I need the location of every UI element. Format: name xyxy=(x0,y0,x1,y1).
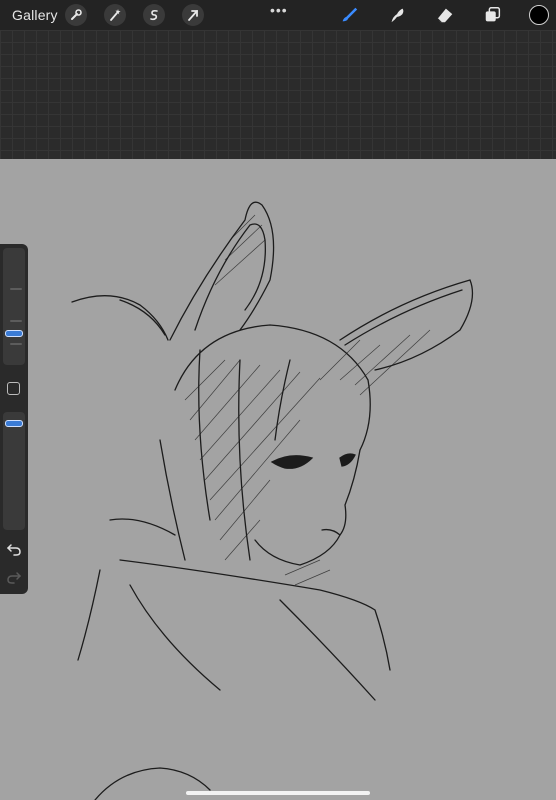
undo-icon[interactable] xyxy=(6,542,22,556)
sketch-artwork xyxy=(71,201,474,800)
smudge-icon[interactable] xyxy=(385,4,409,26)
brush-icon[interactable] xyxy=(337,4,361,26)
size-tick-mark xyxy=(10,288,22,290)
home-indicator-bar[interactable] xyxy=(186,791,370,795)
brush-size-slider[interactable] xyxy=(3,248,25,365)
top-toolbar: Gallery ••• xyxy=(0,0,556,30)
selection-s-icon[interactable] xyxy=(143,4,165,26)
redo-icon[interactable] xyxy=(6,570,22,584)
side-toolbar xyxy=(0,244,28,594)
color-picker-swatch[interactable] xyxy=(529,5,549,25)
eraser-icon[interactable] xyxy=(433,4,457,26)
opacity-handle[interactable] xyxy=(5,420,23,427)
brush-size-handle[interactable] xyxy=(5,330,23,337)
layers-icon[interactable] xyxy=(481,4,505,26)
canvas-grid-background xyxy=(0,30,556,159)
magic-wand-icon[interactable] xyxy=(104,4,126,26)
wrench-icon[interactable] xyxy=(65,4,87,26)
size-tick-mark xyxy=(10,320,22,322)
more-options-icon[interactable]: ••• xyxy=(270,2,288,18)
transform-arrow-icon[interactable] xyxy=(182,4,204,26)
opacity-slider[interactable] xyxy=(3,412,25,530)
modify-square-icon[interactable] xyxy=(7,382,20,395)
gallery-button[interactable]: Gallery xyxy=(12,7,58,23)
size-tick-mark xyxy=(10,343,22,345)
